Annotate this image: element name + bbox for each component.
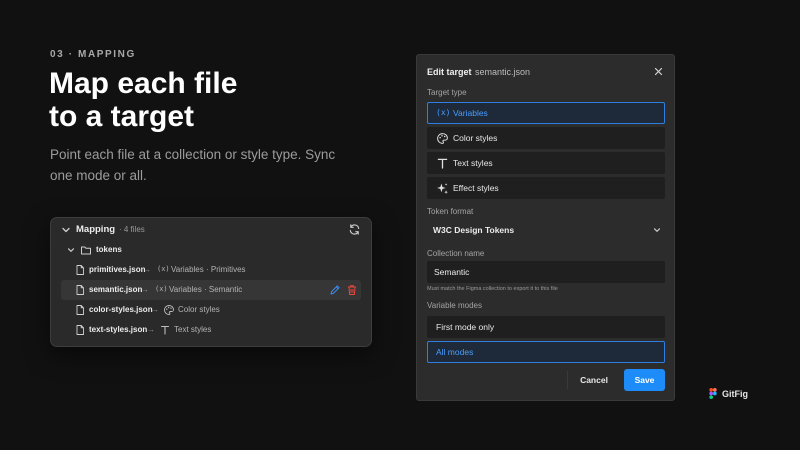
file-icon <box>76 305 84 315</box>
chevron-down-icon[interactable] <box>61 225 71 235</box>
mapping-arrow: → <box>151 305 159 314</box>
mode-option-label: All modes <box>436 347 474 357</box>
token-format-select[interactable]: W3C Design Tokens <box>427 220 665 240</box>
target-type-color-styles[interactable]: Color styles <box>427 127 665 149</box>
mapping-title: Mapping <box>76 224 116 235</box>
palette-icon <box>164 305 174 315</box>
mapping-file-count: · 4 files <box>119 225 145 234</box>
sparkle-icon <box>437 183 448 194</box>
file-icon <box>76 265 84 275</box>
target-type-label: Target type <box>427 88 467 97</box>
pencil-icon[interactable] <box>329 284 341 296</box>
mapping-target: Text styles <box>174 325 212 334</box>
chevron-down-icon[interactable] <box>67 246 75 254</box>
folder-row-tokens[interactable]: tokens <box>51 240 371 260</box>
trash-icon[interactable] <box>346 284 358 296</box>
mapping-file-name: semantic.json <box>89 285 143 294</box>
headline-line-1: Map each file <box>49 67 238 100</box>
token-format-label: Token format <box>427 207 474 216</box>
mode-first-only[interactable]: First mode only <box>427 316 665 338</box>
variable-icon: (x) <box>155 285 168 293</box>
chevron-down-icon <box>653 228 661 232</box>
section-eyebrow: 03 · MAPPING <box>50 49 136 60</box>
file-icon <box>76 285 84 295</box>
variable-icon: (x) <box>436 108 451 117</box>
mapping-header[interactable]: Mapping · 4 files <box>51 218 371 242</box>
mode-option-label: First mode only <box>436 322 495 332</box>
target-type-effect-styles[interactable]: Effect styles <box>427 177 665 199</box>
dialog-file-name: semantic.json <box>475 67 531 77</box>
brand-mark: GitFig <box>709 388 748 399</box>
save-button[interactable]: Save <box>624 369 665 391</box>
collection-name-label: Collection name <box>427 249 485 258</box>
text-icon <box>437 158 448 169</box>
mapping-row[interactable]: color-styles.json → Color styles <box>51 300 371 320</box>
palette-icon <box>437 133 448 144</box>
mapping-target: Variables · Semantic <box>169 285 243 294</box>
target-type-variables[interactable]: (x) Variables <box>427 102 665 124</box>
target-type-option-label: Variables <box>453 108 488 118</box>
mapping-arrow: → <box>143 265 151 274</box>
mapping-file-name: color-styles.json <box>89 305 153 314</box>
mapping-arrow: → <box>141 285 149 294</box>
mode-all[interactable]: All modes <box>427 341 665 363</box>
figma-logo-icon <box>709 388 717 399</box>
mapping-target: Variables · Primitives <box>171 265 246 274</box>
collection-name-input[interactable] <box>427 261 665 283</box>
token-format-value: W3C Design Tokens <box>433 225 515 235</box>
target-type-option-label: Text styles <box>453 158 493 168</box>
target-type-option-label: Color styles <box>453 133 498 143</box>
target-type-option-label: Effect styles <box>453 183 499 193</box>
mapping-row[interactable]: text-styles.json → Text styles <box>51 320 371 340</box>
cancel-button[interactable]: Cancel <box>568 369 620 391</box>
mapping-file-name: text-styles.json <box>89 325 148 334</box>
folder-name: tokens <box>96 245 122 254</box>
mapping-arrow: → <box>147 325 155 334</box>
file-icon <box>76 325 84 335</box>
collection-hint: Must match the Figma collection to expor… <box>427 286 558 292</box>
dialog-title: Edit target <box>427 67 472 77</box>
mapping-panel: Mapping · 4 files tokens primitives.json… <box>50 217 372 347</box>
mapping-row-selected[interactable]: semantic.json → (x) Variables · Semantic <box>61 280 361 300</box>
brand-name: GitFig <box>722 388 748 399</box>
folder-icon <box>81 246 91 255</box>
mapping-row[interactable]: primitives.json → (x) Variables · Primit… <box>51 260 371 280</box>
mapping-target: Color styles <box>178 305 220 314</box>
edit-target-dialog: Edit target semantic.json Target type (x… <box>416 54 675 401</box>
target-type-text-styles[interactable]: Text styles <box>427 152 665 174</box>
text-icon <box>160 325 170 335</box>
mapping-file-name: primitives.json <box>89 265 146 274</box>
headline-line-2: to a target <box>49 100 195 133</box>
sync-icon[interactable] <box>348 223 361 236</box>
variable-modes-label: Variable modes <box>427 301 482 310</box>
variable-icon: (x) <box>157 265 170 273</box>
close-icon[interactable] <box>653 66 664 77</box>
page-headline: Map each file to a target <box>49 67 379 133</box>
page-subline: Point each file at a collection or style… <box>50 147 336 183</box>
